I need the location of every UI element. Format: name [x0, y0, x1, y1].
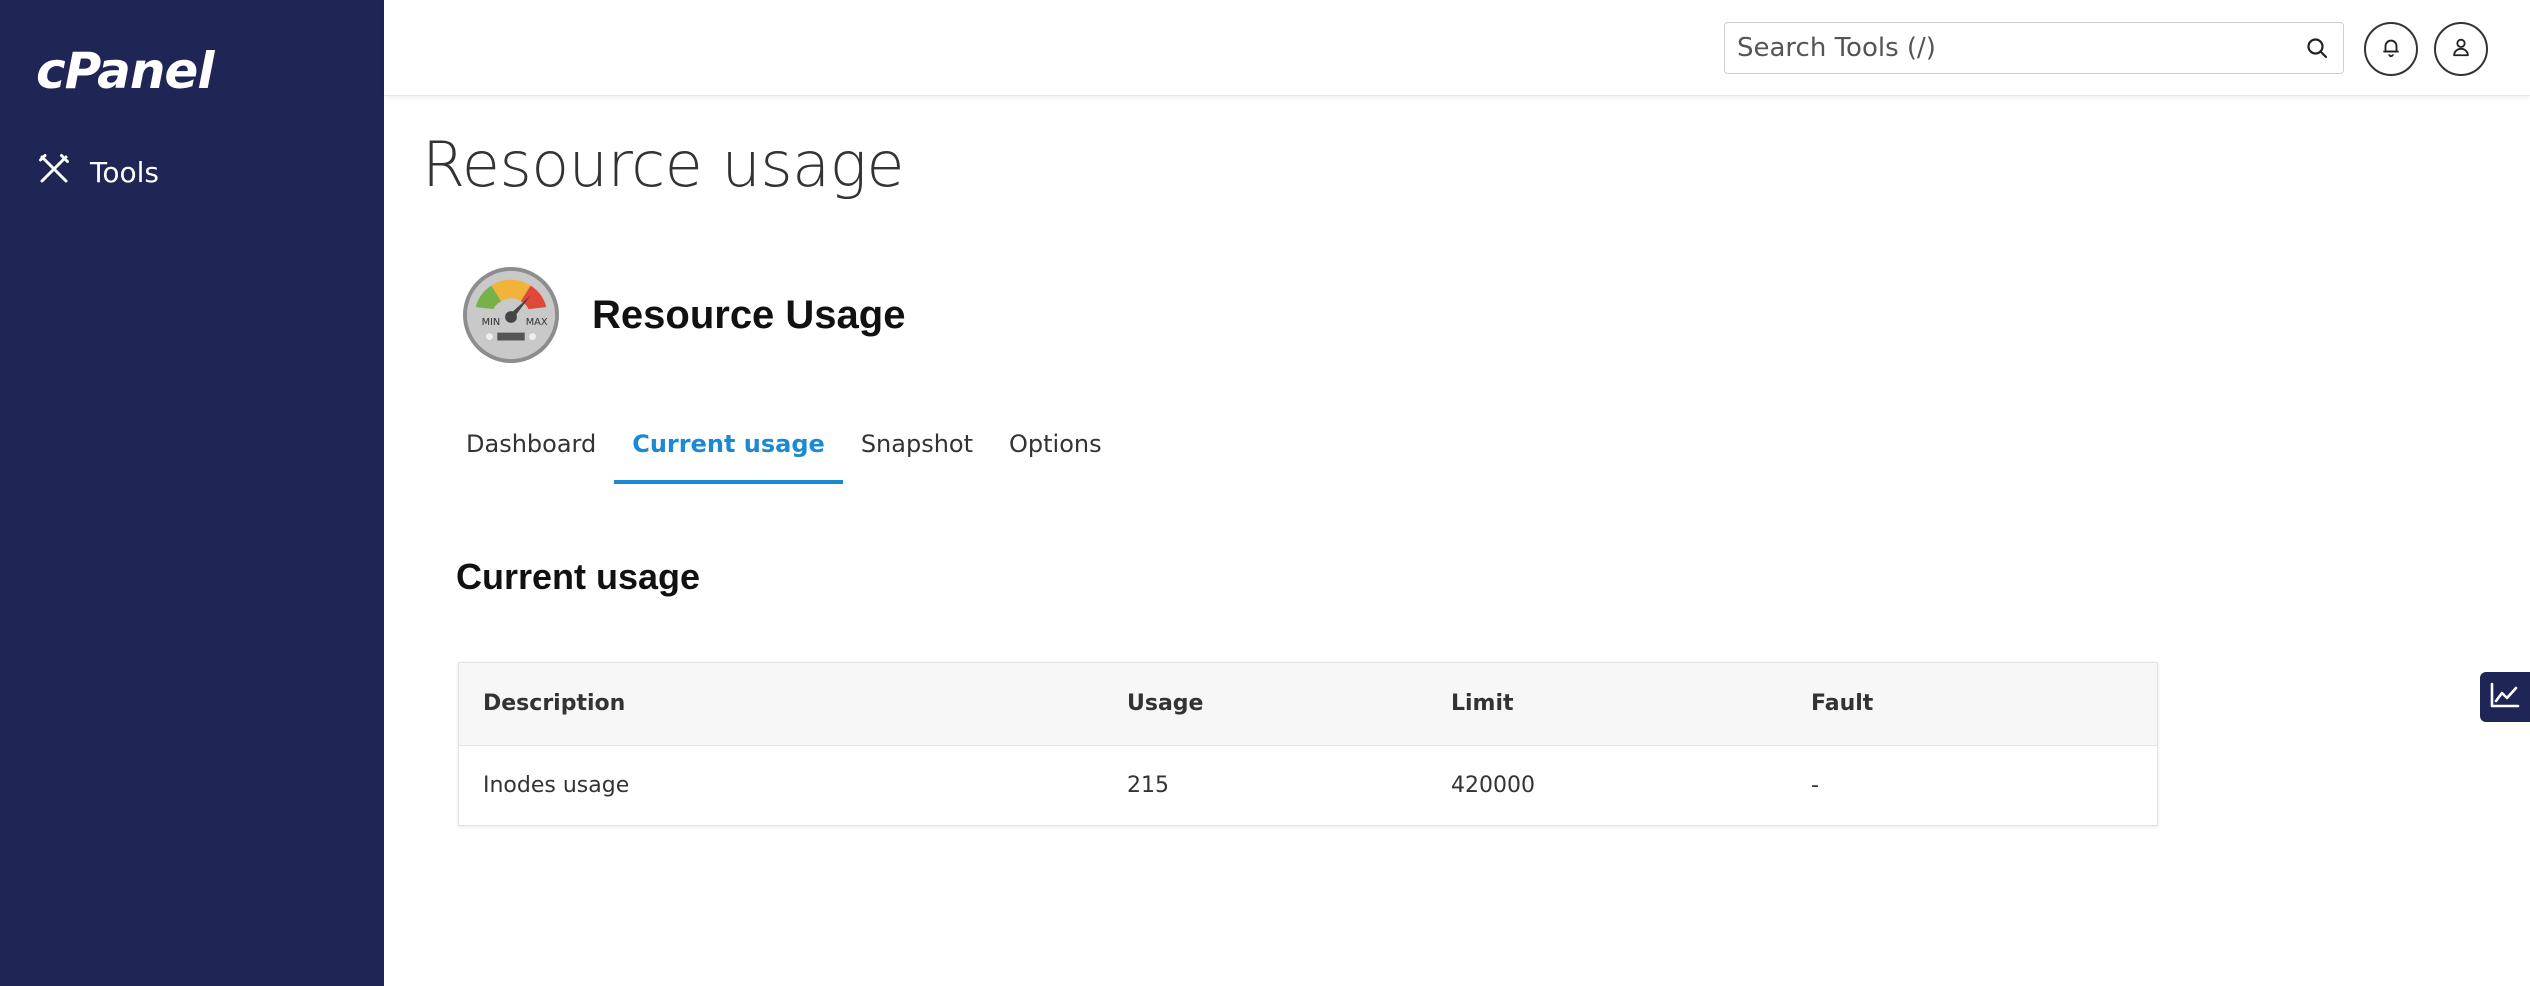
cpanel-logo[interactable]: cPanel	[36, 42, 214, 100]
usage-table: Description Usage Limit Fault Inodes usa…	[458, 662, 2158, 826]
cell-usage: 215	[1127, 772, 1169, 798]
user-menu-button[interactable]	[2434, 22, 2488, 76]
section-title: Current usage	[456, 556, 701, 597]
user-icon	[2450, 36, 2472, 62]
table-header-row: Description Usage Limit Fault	[459, 663, 2157, 746]
notifications-button[interactable]	[2364, 22, 2418, 76]
page-title: Resource usage	[422, 128, 904, 201]
cell-limit: 420000	[1451, 772, 1535, 798]
tabs: Dashboard Current usage Snapshot Options	[464, 420, 1120, 484]
table-row: Inodes usage 215 420000 -	[459, 745, 2157, 825]
tools-icon	[36, 151, 72, 194]
search-box	[1724, 22, 2344, 74]
sidebar-item-label: Tools	[90, 155, 159, 189]
tab-options[interactable]: Options	[991, 420, 1120, 484]
sidebar: cPanel Tools	[0, 0, 384, 986]
resource-gauge-icon: MIN MAX	[462, 266, 560, 364]
top-header	[384, 0, 2530, 96]
gauge-min-label: MIN	[482, 317, 501, 328]
column-header-fault: Fault	[1787, 663, 2157, 746]
bell-icon	[2380, 36, 2402, 62]
cell-description: Inodes usage	[483, 772, 630, 798]
tab-dashboard[interactable]: Dashboard	[464, 420, 614, 484]
gauge-max-label: MAX	[526, 317, 548, 328]
column-header-description: Description	[459, 663, 1103, 746]
tab-current-usage[interactable]: Current usage	[614, 420, 843, 484]
sidebar-item-tools[interactable]: Tools	[36, 150, 159, 194]
search-icon[interactable]	[2291, 22, 2343, 74]
app-header: MIN MAX Resource Usage	[462, 266, 905, 364]
stats-panel-toggle[interactable]	[2480, 672, 2530, 722]
search-input[interactable]	[1725, 23, 2291, 73]
line-chart-icon	[2489, 681, 2521, 713]
column-header-limit: Limit	[1427, 663, 1787, 746]
cell-fault: -	[1811, 772, 1819, 798]
app-root: cPanel Tools Search Tools (/) Resource u…	[0, 0, 2530, 986]
app-title: Resource Usage	[592, 292, 906, 337]
column-header-usage: Usage	[1103, 663, 1427, 746]
tab-snapshot[interactable]: Snapshot	[843, 420, 991, 484]
